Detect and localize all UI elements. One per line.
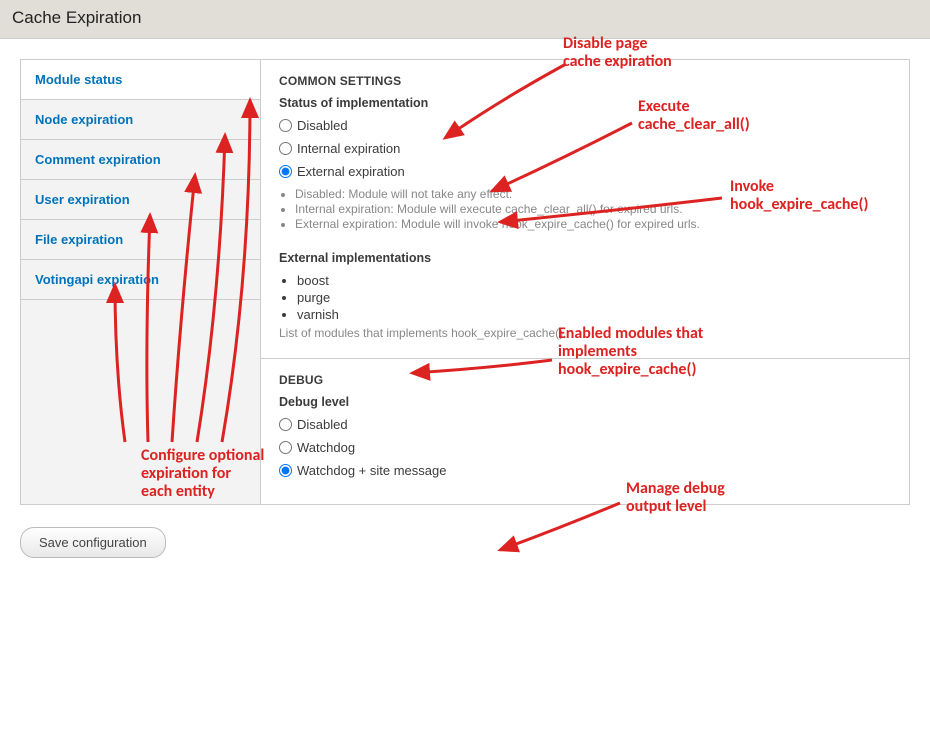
sidebar-item-file-expiration[interactable]: File expiration [21,220,260,260]
radio-disabled-label: Disabled [297,118,348,133]
external-list: boost purge varnish [297,273,891,322]
radio-disabled-input[interactable] [279,119,292,132]
radio-internal-input[interactable] [279,142,292,155]
sidebar: Module status Node expiration Comment ex… [21,60,261,504]
desc-item: Internal expiration: Module will execute… [295,202,891,216]
sidebar-item-module-status[interactable]: Module status [21,60,260,100]
radio-debug-disabled-label: Disabled [297,417,348,432]
sidebar-item-comment-expiration[interactable]: Comment expiration [21,140,260,180]
ext-item: purge [297,290,891,305]
radio-debug-watchdog-site[interactable]: Watchdog + site message [279,463,891,478]
sidebar-item-node-expiration[interactable]: Node expiration [21,100,260,140]
radio-debug-watchdog-label: Watchdog [297,440,355,455]
radio-debug-watchdog-site-input[interactable] [279,464,292,477]
radio-debug-disabled-input[interactable] [279,418,292,431]
save-configuration-button[interactable]: Save configuration [20,527,166,558]
common-settings-fieldset: COMMON SETTINGS Status of implementation… [261,60,909,359]
radio-external[interactable]: External expiration [279,164,891,179]
external-heading: External implementations [279,251,891,265]
ext-item: boost [297,273,891,288]
status-heading: Status of implementation [279,96,891,110]
radio-external-label: External expiration [297,164,405,179]
debug-legend: DEBUG [279,373,891,387]
ext-item: varnish [297,307,891,322]
radio-debug-watchdog[interactable]: Watchdog [279,440,891,455]
radio-external-input[interactable] [279,165,292,178]
sidebar-item-votingapi-expiration[interactable]: Votingapi expiration [21,260,260,300]
desc-item: External expiration: Module will invoke … [295,217,891,231]
vertical-tabs: Module status Node expiration Comment ex… [20,59,910,505]
window-title: Cache Expiration [0,0,930,39]
desc-item: Disabled: Module will not take any effec… [295,187,891,201]
common-legend: COMMON SETTINGS [279,74,891,88]
page-body: Module status Node expiration Comment ex… [0,39,930,578]
radio-debug-watchdog-input[interactable] [279,441,292,454]
sidebar-item-user-expiration[interactable]: User expiration [21,180,260,220]
radio-debug-disabled[interactable]: Disabled [279,417,891,432]
radio-internal[interactable]: Internal expiration [279,141,891,156]
content-pane: COMMON SETTINGS Status of implementation… [261,60,909,504]
radio-disabled[interactable]: Disabled [279,118,891,133]
radio-internal-label: Internal expiration [297,141,400,156]
debug-heading: Debug level [279,395,891,409]
debug-fieldset: DEBUG Debug level Disabled Watchdog Watc… [261,359,909,504]
radio-debug-watchdog-site-label: Watchdog + site message [297,463,446,478]
status-descriptions: Disabled: Module will not take any effec… [279,187,891,231]
external-desc: List of modules that implements hook_exp… [279,326,891,340]
